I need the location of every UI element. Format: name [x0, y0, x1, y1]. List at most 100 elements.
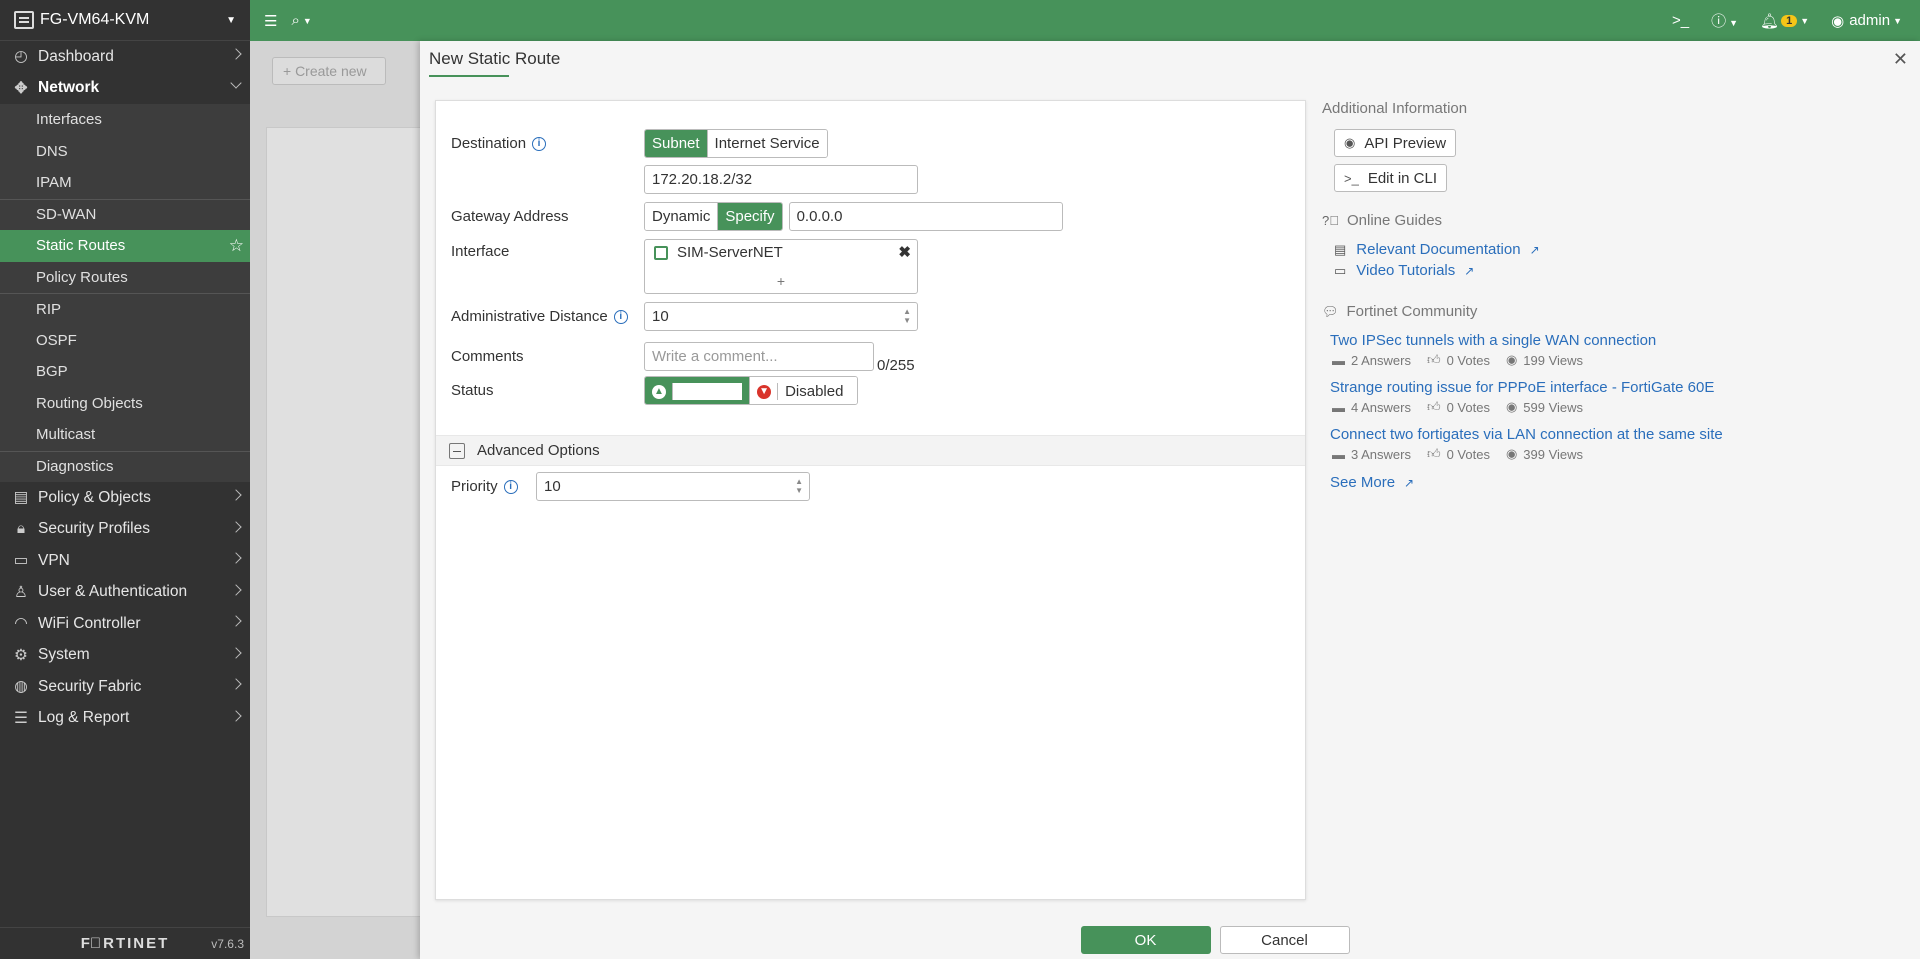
sidebar-item-multicast[interactable]: Multicast — [0, 419, 250, 451]
destination-input[interactable]: 172.20.18.2/32 — [644, 165, 918, 194]
thumbs-up-icon: 👍︎ — [1426, 352, 1441, 367]
eye-icon: ◉ — [1344, 135, 1356, 150]
stepper-arrows-icon[interactable]: ▲ ▼ — [903, 307, 911, 325]
info-icon[interactable]: i — [503, 479, 518, 494]
dest-internet-service-option[interactable]: Internet Service — [706, 130, 827, 157]
sidebar-item-policy-objects[interactable]: ▤ Policy & Objects — [0, 482, 250, 514]
user-menu[interactable]: ◉ admin ▼ — [1831, 12, 1902, 30]
additional-info-panel: Additional Information ◉ API Preview >_ … — [1320, 100, 1920, 491]
edit-in-cli-button[interactable]: >_ Edit in CLI — [1334, 164, 1448, 192]
sidebar-item-diagnostics[interactable]: Diagnostics — [0, 450, 250, 482]
gw-specify-option[interactable]: Specify — [717, 203, 782, 230]
priority-input[interactable]: 10 ▲ ▼ — [536, 472, 810, 501]
network-icon: ✥ — [14, 79, 28, 97]
video-tutorials-link[interactable]: ▭ Video Tutorials ↗ — [1334, 262, 1920, 279]
sidebar-item-rip[interactable]: RIP — [0, 293, 250, 325]
menu-toggle-icon[interactable]: ☰ — [264, 12, 277, 30]
chevron-right-icon — [230, 678, 242, 690]
lock-icon: 🔒︎ — [16, 520, 26, 538]
sidebar-item-ipam[interactable]: IPAM — [0, 167, 250, 199]
sidebar-item-label: DNS — [36, 142, 68, 160]
api-preview-button[interactable]: ◉ API Preview — [1334, 129, 1457, 157]
answers-count: ▬ 4 Answers — [1332, 400, 1411, 415]
admin-distance-value: 10 — [652, 308, 669, 325]
community-post-link[interactable]: Connect two fortigates via LAN connectio… — [1330, 426, 1920, 443]
sidebar-item-bgp[interactable]: BGP — [0, 356, 250, 388]
sidebar-item-label: IPAM — [36, 174, 72, 192]
sidebar-item-interfaces[interactable]: Interfaces — [0, 104, 250, 136]
sidebar: FG-VM64-KVM ▼ ◴ Dashboard ✥ Network Inte… — [0, 0, 250, 959]
community-post-link[interactable]: Strange routing issue for PPPoE interfac… — [1330, 379, 1920, 396]
gateway-label: Gateway Address — [451, 208, 569, 225]
sidebar-item-wifi[interactable]: ◠ WiFi Controller — [0, 608, 250, 640]
sidebar-item-user-auth[interactable]: ♙ User & Authentication — [0, 577, 250, 609]
comment-icon: ▬ — [1332, 446, 1345, 462]
chevron-right-icon — [230, 709, 242, 722]
comments-row: Comments Write a comment... 0/255 — [451, 339, 915, 374]
sidebar-item-dashboard[interactable]: ◴ Dashboard — [0, 41, 250, 73]
close-icon[interactable]: ✕ — [1893, 49, 1908, 70]
gear-icon: ⚙ — [14, 646, 28, 664]
external-link-icon: ↗ — [1404, 475, 1415, 490]
views-count: ◉ 599 Views — [1506, 399, 1583, 415]
bell-icon: 🔔︎ — [1760, 12, 1780, 30]
sidebar-item-ospf[interactable]: OSPF — [0, 324, 250, 356]
notifications-button[interactable]: 🔔︎ 1 ▼ — [1760, 12, 1809, 30]
info-icon[interactable]: i — [613, 309, 628, 324]
answers-label: 3 Answers — [1351, 446, 1411, 462]
sidebar-item-security-fabric[interactable]: ◍ Security Fabric — [0, 671, 250, 703]
status-disabled-label: Disabled — [777, 383, 851, 400]
sidebar-item-security-profiles[interactable]: 🔒︎ Security Profiles — [0, 514, 250, 546]
sidebar-item-system[interactable]: ⚙ System — [0, 640, 250, 672]
relevant-documentation-link[interactable]: ▤ Relevant Documentation ↗ — [1334, 241, 1920, 258]
sidebar-item-policy-routes[interactable]: Policy Routes — [0, 261, 250, 293]
sidebar-nav: ◴ Dashboard ✥ Network Interfaces DNS IPA… — [0, 41, 250, 734]
form-panel: Destination i Subnet Internet Service 17… — [435, 100, 1306, 900]
report-icon: ☰ — [14, 709, 28, 727]
info-icon[interactable]: i — [532, 136, 547, 151]
device-selector[interactable]: FG-VM64-KVM ▼ — [0, 0, 250, 41]
sidebar-item-label: User & Authentication — [38, 583, 188, 601]
community-post: Two IPSec tunnels with a single WAN conn… — [1330, 332, 1920, 368]
gw-dynamic-option[interactable]: Dynamic — [645, 203, 718, 230]
admin-distance-input[interactable]: 10 ▲ ▼ — [644, 302, 918, 331]
top-bar: ☰ ⌕ ▼ >_ ⓘ ▼ 🔔︎ 1 ▼ ◉ admin ▼ — [250, 0, 1920, 41]
sidebar-item-label: BGP — [36, 363, 68, 381]
sidebar-item-label: Static Routes — [36, 237, 126, 255]
community-post-link[interactable]: Two IPSec tunnels with a single WAN conn… — [1330, 332, 1920, 349]
caret-down-icon: ▼ — [1893, 15, 1902, 26]
gateway-input[interactable]: 0.0.0.0 — [788, 202, 1063, 231]
gateway-type-toggle: Dynamic Specify — [644, 202, 783, 231]
advanced-options-toggle[interactable]: Advanced Options — [436, 435, 1305, 466]
cancel-button[interactable]: Cancel — [1219, 926, 1350, 954]
sidebar-item-routing-objects[interactable]: Routing Objects — [0, 387, 250, 419]
votes-label: 0 Votes — [1446, 352, 1490, 368]
sidebar-item-static-routes[interactable]: Static Routes ☆ — [0, 230, 250, 262]
interface-select[interactable]: SIM-ServerNET ✖ + — [644, 239, 918, 294]
sidebar-item-network[interactable]: ✥ Network — [0, 73, 250, 105]
field-label: Priority — [451, 478, 498, 495]
comments-textarea[interactable]: Write a comment... — [644, 342, 874, 371]
sidebar-item-sd-wan[interactable]: SD-WAN — [0, 198, 250, 230]
online-guides-title: Online Guides — [1346, 212, 1443, 229]
sidebar-item-dns[interactable]: DNS — [0, 135, 250, 167]
create-new-button: + Create new — [272, 57, 386, 85]
sidebar-item-log-report[interactable]: ☰ Log & Report — [0, 703, 250, 735]
cli-console-icon[interactable]: >_ — [1672, 12, 1689, 29]
see-more-link[interactable]: See More ↗ — [1330, 474, 1920, 491]
user-circle-icon: ◉ — [1831, 12, 1845, 30]
status-disabled-option[interactable]: ▼ Disabled — [749, 377, 858, 404]
sidebar-item-vpn[interactable]: ▭ VPN — [0, 545, 250, 577]
favorite-star-icon[interactable]: ☆ — [229, 236, 244, 256]
status-enabled-option[interactable]: ▲ Enabled — [645, 377, 750, 404]
add-interface-button[interactable]: + — [645, 273, 917, 289]
post-meta: ▬ 2 Answers 👍︎ 0 Votes ◉ 199 Views — [1332, 352, 1920, 368]
search-icon[interactable]: ⌕ ▼ — [291, 12, 311, 29]
remove-icon[interactable]: ✖ — [898, 243, 911, 261]
stepper-arrows-icon[interactable]: ▲ ▼ — [795, 477, 803, 495]
ok-button[interactable]: OK — [1080, 926, 1211, 954]
dest-subnet-option[interactable]: Subnet — [645, 130, 707, 157]
external-link-icon: ↗ — [1529, 242, 1540, 257]
sidebar-item-label: Policy & Objects — [38, 488, 151, 506]
help-icon[interactable]: ⓘ ▼ — [1711, 10, 1738, 31]
